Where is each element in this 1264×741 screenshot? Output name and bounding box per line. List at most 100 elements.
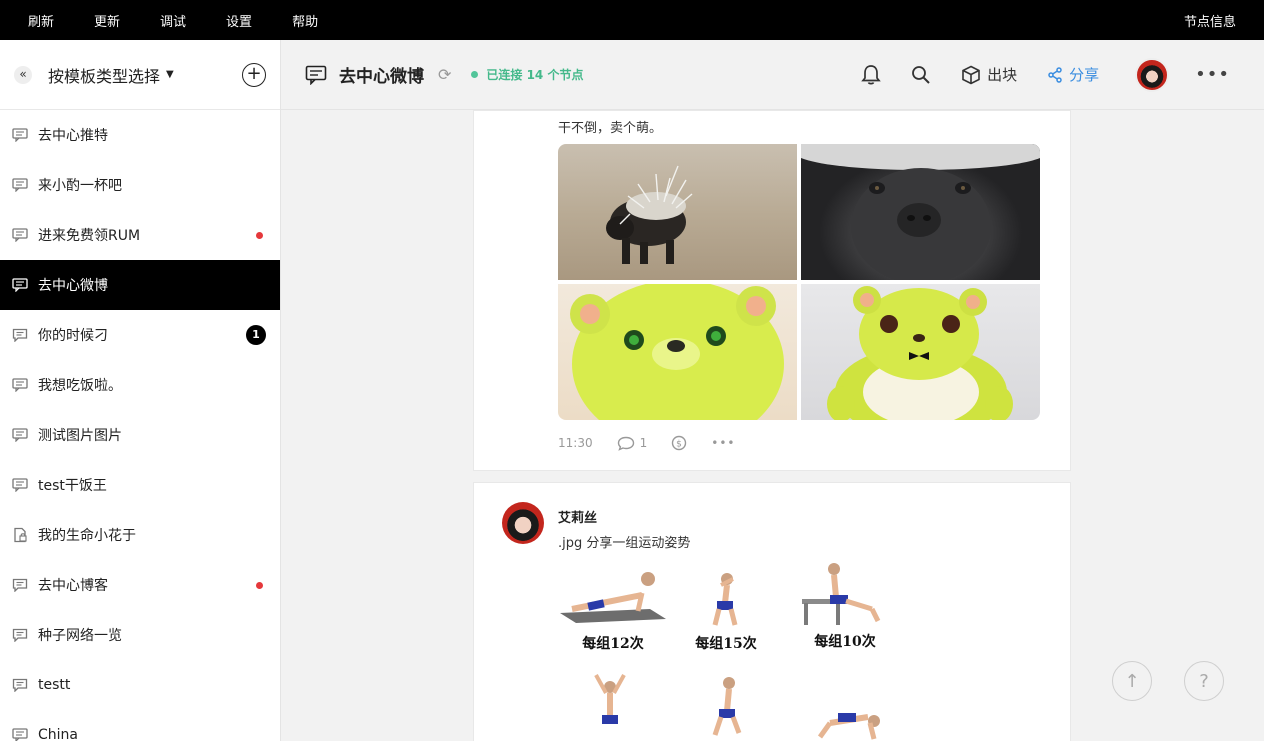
exercise-burpee	[790, 673, 900, 741]
unread-dot	[256, 581, 263, 589]
notifications-button[interactable]	[861, 64, 881, 86]
top-menu-bar: 刷新 更新 调试 设置 帮助 节点信息	[0, 0, 1264, 40]
exercise-squat: 每组15次	[671, 571, 781, 653]
post-image-green-bear-bowtie[interactable]	[801, 284, 1040, 420]
coin-icon: $	[672, 435, 687, 451]
sidebar-channel-label: 种子网络一览	[38, 628, 122, 644]
author-avatar[interactable]	[502, 502, 544, 544]
menu-debug[interactable]: 调试	[132, 11, 186, 30]
share-icon	[1048, 66, 1062, 83]
post-card: 艾莉丝 .jpg 分享一组运动姿势 每组12次 每组15次 每组10次	[473, 482, 1071, 741]
tip-button[interactable]: $	[671, 435, 687, 451]
scroll-to-top-button[interactable]: ↑	[1112, 661, 1152, 701]
comment-icon	[12, 628, 28, 642]
chat-icon	[12, 178, 28, 192]
refresh-icon[interactable]: ⟳	[438, 65, 451, 84]
node-info-button[interactable]: 节点信息	[1184, 11, 1236, 30]
user-avatar[interactable]	[1135, 57, 1170, 92]
cube-icon	[962, 65, 980, 84]
connection-status: 已连接 14 个节点	[486, 68, 584, 82]
sidebar-channel-item[interactable]: 去中心推特	[0, 110, 280, 160]
help-button[interactable]: ?	[1184, 661, 1224, 701]
sidebar-channel-label: 去中心微博	[38, 278, 108, 294]
post-card: 干不倒，卖个萌。 11:30 1 $ •••	[473, 110, 1071, 471]
chat-icon	[305, 65, 327, 85]
add-channel-button[interactable]: +	[242, 62, 266, 87]
exercise-caption: 每组10次	[814, 634, 876, 650]
sidebar-channel-item[interactable]: 去中心微博	[0, 260, 280, 310]
bell-icon	[861, 64, 881, 84]
sidebar-channel-label: 去中心博客	[38, 578, 108, 594]
chat-icon	[12, 378, 28, 392]
comment-icon	[12, 678, 28, 692]
chat-icon	[12, 478, 28, 492]
feed: 干不倒，卖个萌。 11:30 1 $ ••• 艾莉丝 .jpg 分享一组运动姿势…	[473, 110, 1071, 741]
exercise-bench-dip: 每组10次	[790, 559, 900, 651]
header-actions: 出块 分享 •••	[831, 57, 1264, 92]
connection-status-dot	[471, 71, 479, 78]
post-image-green-bear[interactable]	[558, 284, 797, 420]
channel-list: 去中心推特来小酌一杯吧进来免费领RUM 去中心微博你的时候刁 1 我想吃饭啦。 测试图片…	[0, 110, 280, 741]
post-image-honey-badger-face[interactable]	[801, 144, 1040, 280]
exercise-pushup: 每组12次	[558, 565, 668, 653]
collapse-sidebar-button[interactable]: «	[14, 65, 32, 84]
comment-icon	[12, 578, 28, 592]
sidebar-channel-item[interactable]: testt	[0, 660, 280, 710]
sidebar-channel-item[interactable]: 来小酌一杯吧	[0, 160, 280, 210]
sidebar-channel-label: 我想吃饭啦。	[38, 378, 122, 394]
more-options-icon[interactable]: •••	[1195, 64, 1230, 85]
menu-settings[interactable]: 设置	[198, 11, 252, 30]
search-icon	[912, 65, 930, 84]
comment-icon	[12, 328, 28, 342]
svg-text:$: $	[676, 440, 682, 450]
sidebar-channel-item[interactable]: 去中心博客	[0, 560, 280, 610]
share-label: 分享	[1069, 66, 1100, 84]
sidebar-header: « 按模板类型选择 ▼ +	[0, 40, 280, 110]
sidebar-channel-label: 测试图片图片	[38, 428, 122, 444]
sidebar-channel-item[interactable]: 你的时候刁 1	[0, 310, 280, 360]
search-button[interactable]	[911, 65, 931, 85]
sidebar-channel-label: test干饭王	[38, 478, 107, 494]
block-label: 出块	[987, 66, 1018, 84]
post-image-exercise-poses[interactable]: 每组12次 每组15次 每组10次	[558, 563, 894, 741]
comment-icon	[617, 436, 634, 451]
sidebar-channel-label: 进来免费领RUM	[38, 228, 141, 244]
channel-header: 去中心微博 ⟳ 已连接 14 个节点 出块 分享 •••	[281, 40, 1264, 110]
post-image-grid	[558, 144, 1040, 420]
sidebar-channel-item[interactable]: 测试图片图片	[0, 410, 280, 460]
comment-button[interactable]: 1	[617, 436, 648, 451]
sidebar-channel-label: testt	[38, 677, 71, 693]
menu-help[interactable]: 帮助	[264, 11, 318, 30]
sidebar-channel-label: 来小酌一杯吧	[38, 178, 122, 194]
chat-icon	[12, 128, 28, 142]
post-meta: 11:30 1 $ •••	[558, 435, 759, 451]
exercise-caption: 每组12次	[582, 636, 644, 652]
post-time: 11:30	[558, 436, 593, 450]
block-button[interactable]: 出块	[961, 64, 1017, 85]
sidebar-channel-item[interactable]: 我的生命小花于	[0, 510, 280, 560]
sidebar-channel-label: 去中心推特	[38, 128, 108, 144]
sidebar-channel-item[interactable]: 种子网络一览	[0, 610, 280, 660]
chat-icon	[12, 278, 28, 292]
author-name[interactable]: 艾莉丝	[558, 507, 597, 526]
sidebar-channel-item[interactable]: test干饭王	[0, 460, 280, 510]
sidebar-channel-item[interactable]: 我想吃饭啦。	[0, 360, 280, 410]
sidebar-channel-label: China	[38, 727, 78, 741]
exercise-jump	[558, 673, 668, 741]
post-image-honey-badger-quills[interactable]	[558, 144, 797, 280]
caret-down-icon: ▼	[166, 69, 174, 80]
post-more-icon[interactable]: •••	[711, 436, 735, 450]
comment-count: 1	[639, 436, 648, 450]
sidebar-channel-item[interactable]: China	[0, 710, 280, 741]
menu-update[interactable]: 更新	[66, 11, 120, 30]
page-title: 去中心微博	[339, 67, 424, 87]
unread-dot	[256, 231, 263, 239]
menu-refresh[interactable]: 刷新	[0, 11, 54, 30]
chat-icon	[12, 228, 28, 242]
sidebar-channel-item[interactable]: 进来免费领RUM	[0, 210, 280, 260]
template-type-select[interactable]: 按模板类型选择 ▼	[48, 63, 174, 87]
post-text: .jpg 分享一组运动姿势	[558, 536, 691, 551]
share-button[interactable]: 分享	[1047, 64, 1099, 85]
unread-count-badge: 1	[246, 325, 266, 345]
sidebar: « 按模板类型选择 ▼ + 去中心推特来小酌一杯吧进来免费领RUM 去中心微博你的…	[0, 40, 281, 741]
